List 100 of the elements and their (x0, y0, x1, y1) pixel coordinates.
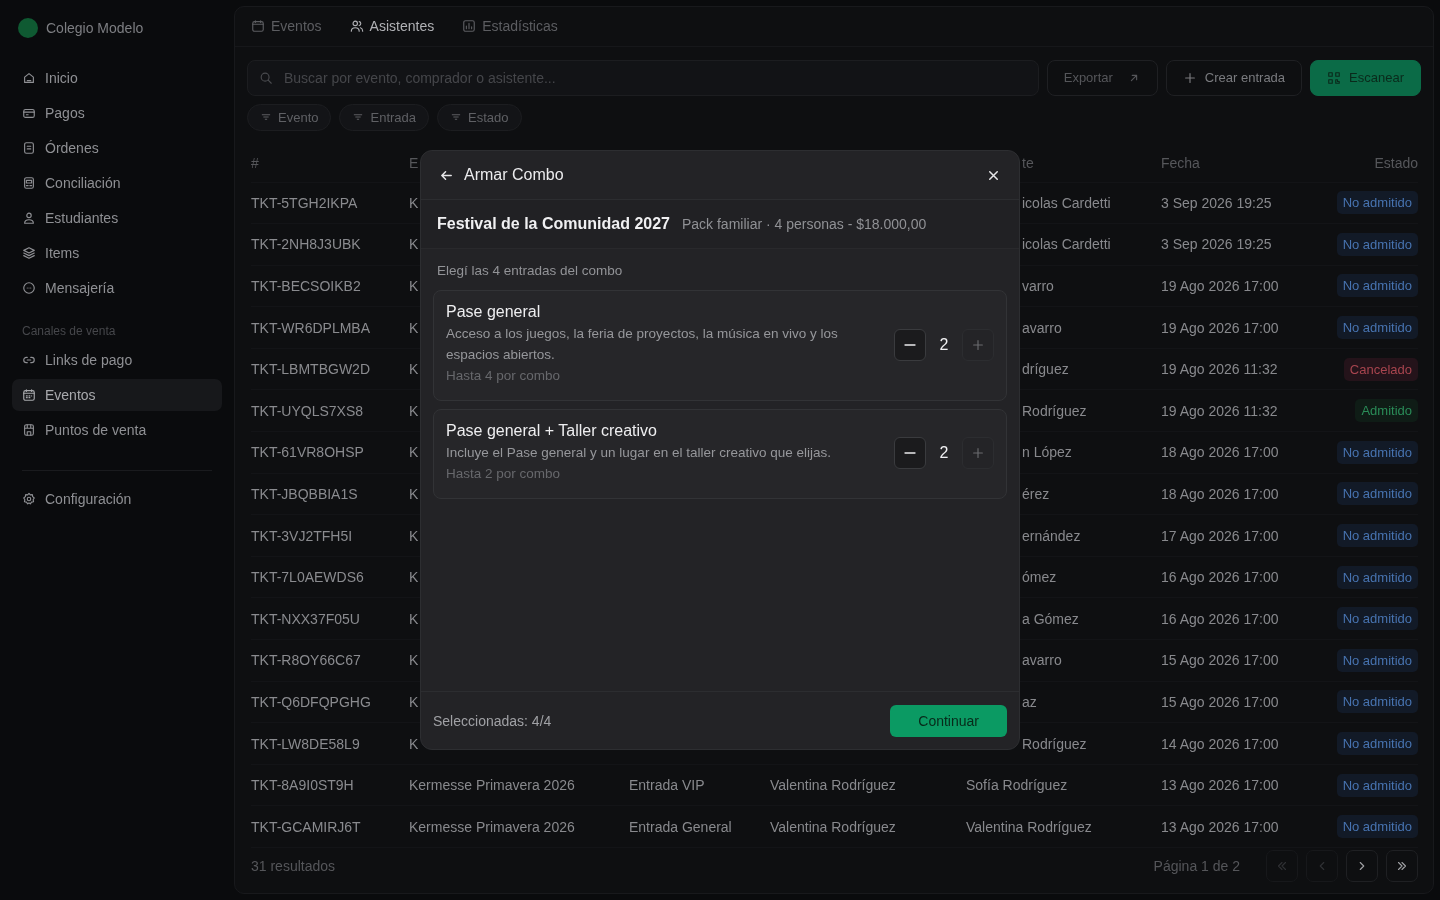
sidebar-item[interactable]: Puntos de venta (12, 414, 222, 446)
table-cell-text: TKT-8A9I0ST9H (251, 777, 355, 794)
search-icon (259, 70, 273, 85)
table-cell-text: TKT-5TGH2IKPA (251, 194, 359, 211)
status-badge: No admitido (1336, 232, 1418, 256)
table-cell: K (409, 610, 419, 627)
status-badge: Cancelado (1343, 357, 1418, 381)
table-cell: K (409, 319, 419, 336)
stack-icon (22, 246, 36, 260)
table-cell: Kermesse Primavera 2026 (409, 777, 575, 794)
table-cell-text: 18 Ago 2026 17:00 (1161, 485, 1280, 502)
status-badge: No admitido (1336, 648, 1418, 672)
status-badge: No admitido (1336, 440, 1418, 464)
table-cell: K (409, 527, 419, 544)
sidebar-item[interactable]: Configuración (12, 483, 222, 515)
filter-icon (450, 111, 463, 123)
table-cell-text: 19 Ago 2026 17:00 (1161, 278, 1280, 294)
section-label: Canales de venta (21, 323, 117, 340)
document-icon (22, 141, 36, 155)
users-icon (349, 19, 364, 34)
column-header: Estado (1374, 155, 1418, 171)
option-limit: Hasta 4 por combo (446, 367, 562, 385)
bar-chart-icon (462, 19, 477, 34)
table-cell: varro (1022, 278, 1054, 294)
sidebar-item[interactable]: Conciliación (12, 167, 222, 199)
store-icon (22, 423, 36, 437)
status-badge: No admitido (1336, 732, 1418, 755)
decrement-button[interactable] (894, 328, 926, 361)
table-cell: dríguez (1022, 361, 1069, 378)
pagination-button[interactable] (1386, 849, 1418, 882)
status-badge: No admitido (1336, 690, 1418, 714)
user-icon (22, 211, 36, 225)
status-badge: No admitido (1336, 524, 1418, 548)
table-cell-text: 19 Ago 2026 11:32 (1161, 361, 1279, 378)
table-cell: Rodríguez (1022, 402, 1087, 419)
column-header: te (1021, 155, 1035, 171)
card-icon (22, 106, 36, 120)
column-header: # (251, 155, 260, 171)
sidebar-item[interactable]: Links de pago (12, 344, 222, 376)
table-cell-text: TKT-BECSOIKB2 (251, 278, 362, 294)
selection-count: Seleccionadas: 4/4 (433, 712, 552, 729)
table-cell: K (409, 444, 419, 461)
table-cell-text: TKT-61VR8OHSP (251, 444, 365, 461)
status-badge: No admitido (1336, 191, 1418, 215)
minus-icon (904, 452, 916, 454)
page-indicator: Página 1 de 2 (1153, 857, 1240, 874)
table-cell-text: TKT-R8OY66C67 (251, 652, 362, 669)
decrement-button[interactable] (894, 437, 926, 469)
status-badge: No admitido (1336, 482, 1418, 506)
table-cell: K (409, 569, 419, 586)
status-badge: No admitido (1336, 773, 1418, 797)
calendar-icon (22, 388, 36, 402)
table-cell: Rodríguez (1022, 735, 1087, 752)
table-cell: K (409, 735, 419, 752)
table-cell: avarro (1022, 319, 1062, 336)
status-badge: No admitido (1336, 316, 1418, 340)
table-cell-text: TKT-3VJ2TFH5I (251, 527, 354, 544)
table-cell-text: 19 Ago 2026 17:00 (1161, 319, 1280, 336)
sidebar-item[interactable]: Mensajería (12, 272, 222, 304)
tab[interactable]: Asistentes (349, 18, 435, 35)
option-description: Incluye el Pase general y un lugar en el taller creativo que elijas. (446, 444, 832, 462)
settings-icon (22, 492, 36, 506)
table-cell-text: 13 Ago 2026 17:00 (1161, 818, 1280, 835)
table-cell: ómez (1022, 569, 1057, 586)
table-cell-text: TKT-2NH8J3UBK (251, 236, 362, 253)
continue-button[interactable]: Continuar (890, 704, 1007, 737)
sidebar-item[interactable]: Eventos (12, 379, 222, 411)
sidebar-item[interactable]: Pagos (12, 97, 222, 129)
sidebar-item[interactable]: Estudiantes (12, 202, 222, 234)
status-badge: No admitido (1336, 274, 1418, 298)
brand-name: Colegio Modelo (46, 20, 144, 36)
option-limit: Hasta 2 por combo (446, 465, 562, 483)
status-badge: Admitido (1355, 399, 1418, 423)
create-button[interactable]: Crear entrada (1165, 59, 1303, 96)
modal-title: Armar Combo (464, 166, 564, 184)
table-cell: Valentina Rodríguez (770, 777, 896, 794)
home-icon (22, 71, 36, 85)
logo-icon (18, 18, 38, 38)
option-name: Pase general + Taller creativo (446, 422, 658, 440)
chat-icon (22, 281, 36, 295)
qr-code-icon (1327, 70, 1342, 85)
filter-icon (352, 111, 365, 123)
sidebar-item[interactable]: Items (12, 237, 222, 269)
option-description: Acceso a los juegos, la feria de proyectos, la música en vivo y los espacios abiertos. (446, 325, 839, 364)
table-cell: K (409, 236, 419, 253)
table-cell-text: 13 Ago 2026 17:00 (1161, 777, 1280, 794)
table-cell: Valentina Rodríguez (966, 818, 1092, 835)
status-badge: No admitido (1336, 565, 1418, 589)
sidebar-item[interactable]: Inicio (12, 62, 222, 94)
table-cell-text: 18 Ago 2026 17:00 (1161, 444, 1280, 461)
calendar-icon (251, 19, 265, 34)
quantity-value: 2 (938, 444, 950, 462)
table-cell-text: 19 Ago 2026 11:32 (1161, 402, 1279, 419)
table-cell: Entrada General (629, 818, 732, 835)
table-cell-text: TKT-Q6DFQPGHG (251, 693, 372, 710)
table-cell-text: 3 Sep 2026 19:25 (1161, 194, 1273, 211)
table-cell-text: TKT-LW8DE58L9 (251, 735, 361, 752)
table-cell-text: 3 Sep 2026 19:25 (1161, 236, 1273, 253)
table-cell-text: TKT-LBMTBGW2D (251, 361, 371, 378)
sidebar-item[interactable]: Órdenes (12, 132, 222, 164)
